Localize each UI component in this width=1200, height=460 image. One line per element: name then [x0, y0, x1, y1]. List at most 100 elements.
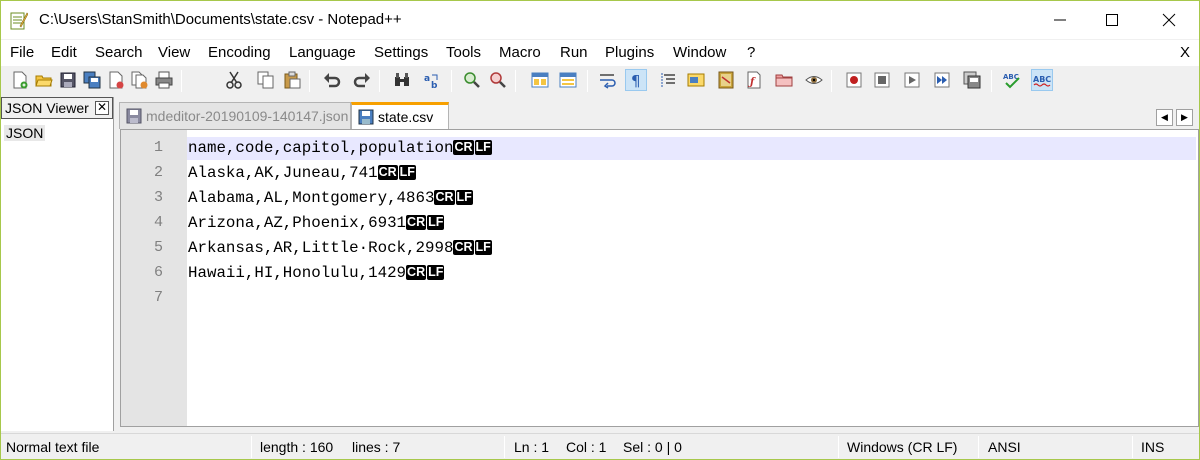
sync-horizontal-button[interactable]	[557, 69, 579, 91]
record-icon	[846, 72, 862, 88]
document-map-button[interactable]	[715, 69, 737, 91]
toolbar: ab ¶ ƒ ABC ABC	[1, 66, 1199, 96]
menu-tools[interactable]: Tools	[446, 44, 481, 61]
text-editor[interactable]: 1 name,code,capitol,populationCR LF 2 Ala…	[120, 129, 1199, 427]
menu-bar: File Edit Search View Encoding Language …	[1, 40, 1199, 66]
function-list-icon: ƒ	[747, 71, 761, 89]
undo-icon	[324, 73, 341, 88]
window-title: C:\Users\StanSmith\Documents\state.csv -…	[39, 11, 402, 28]
new-file-button[interactable]	[9, 69, 31, 91]
cut-button[interactable]	[223, 69, 245, 91]
line-content[interactable]: Alaska,AK,Juneau,741CR LF	[188, 164, 417, 182]
monitoring-button[interactable]	[803, 69, 825, 91]
line-number: 7	[153, 289, 163, 306]
line-number: 1	[153, 139, 163, 156]
minimize-button[interactable]	[1037, 1, 1083, 39]
menu-plugins[interactable]: Plugins	[605, 44, 654, 61]
lf-marker: LF	[398, 165, 416, 180]
menu-settings[interactable]: Settings	[374, 44, 428, 61]
line-content[interactable]: Arizona,AZ,Phoenix,6931CR LF	[188, 214, 445, 232]
status-file-type: Normal text file	[6, 439, 100, 455]
menu-edit[interactable]: Edit	[51, 44, 77, 61]
word-wrap-icon	[600, 74, 616, 89]
paste-icon	[284, 71, 301, 89]
sync-vertical-button[interactable]	[529, 69, 551, 91]
menu-search[interactable]: Search	[95, 44, 143, 61]
tab-state-csv[interactable]: state.csv	[351, 102, 449, 129]
line-content[interactable]: Hawaii,HI,Honolulu,1429CR LF	[188, 264, 445, 282]
spell-check-auto-icon: ABC	[1033, 75, 1051, 87]
spell-check-auto-button[interactable]: ABC	[1031, 69, 1053, 91]
tab-label: state.csv	[378, 109, 434, 125]
copy-icon	[257, 71, 274, 89]
menu-file[interactable]: File	[10, 44, 34, 61]
close-all-button[interactable]	[129, 69, 151, 91]
line-content[interactable]: Arkansas,AR,Little·Rock,2998CR LF	[188, 239, 493, 257]
svg-text:¶: ¶	[631, 72, 641, 89]
zoom-out-button[interactable]	[487, 69, 509, 91]
menu-encoding[interactable]: Encoding	[208, 44, 271, 61]
status-insert-mode: INS	[1141, 439, 1165, 455]
json-viewer-header: JSON Viewer ✕	[1, 97, 113, 119]
paste-button[interactable]	[281, 69, 303, 91]
close-button[interactable]	[1146, 1, 1192, 39]
folder-workspace-icon	[775, 74, 793, 87]
redo-button[interactable]	[351, 69, 373, 91]
close-file-button[interactable]	[105, 69, 127, 91]
notepad-app-icon	[10, 12, 28, 30]
show-all-characters-button[interactable]: ¶	[625, 69, 647, 91]
editor-line: 3 Alabama,AL,Montgomery,4863CR LF	[121, 186, 1198, 211]
replace-button[interactable]: ab	[421, 69, 443, 91]
sync-horizontal-icon	[559, 72, 577, 88]
title-bar: C:\Users\StanSmith\Documents\state.csv -…	[1, 1, 1199, 39]
menu-window[interactable]: Window	[673, 44, 726, 61]
status-eol-format[interactable]: Windows (CR LF)	[847, 439, 957, 455]
notepad-plus-plus-window: C:\Users\StanSmith\Documents\state.csv -…	[0, 0, 1200, 460]
print-button[interactable]	[153, 69, 175, 91]
tab-mdeditor-json[interactable]: mdeditor-20190109-140147.json	[119, 102, 351, 129]
record-macro-button[interactable]	[843, 69, 865, 91]
new-file-icon	[13, 71, 28, 89]
menu-view[interactable]: View	[158, 44, 190, 61]
menu-language[interactable]: Language	[289, 44, 356, 61]
spell-check-icon: ABC	[1003, 73, 1020, 89]
user-defined-language-button[interactable]	[685, 69, 707, 91]
line-content[interactable]: name,code,capitol,populationCR LF	[188, 139, 493, 157]
find-button[interactable]	[391, 69, 413, 91]
json-tree-root[interactable]: JSON	[4, 125, 46, 141]
function-list-button[interactable]: ƒ	[743, 69, 765, 91]
save-all-button[interactable]	[81, 69, 103, 91]
menu-help[interactable]: ?	[747, 44, 755, 61]
play-macro-button[interactable]	[901, 69, 923, 91]
run-macro-multiple-button[interactable]	[931, 69, 953, 91]
copy-button[interactable]	[255, 69, 277, 91]
menu-run[interactable]: Run	[560, 44, 588, 61]
tab-bar: mdeditor-20190109-140147.json state.csv …	[115, 97, 1199, 129]
pilcrow-icon: ¶	[631, 72, 641, 89]
line-content[interactable]: Alabama,AL,Montgomery,4863CR LF	[188, 189, 474, 207]
save-macro-button[interactable]	[961, 69, 983, 91]
open-file-button[interactable]	[33, 69, 55, 91]
maximize-button[interactable]	[1089, 1, 1135, 39]
json-viewer-panel: JSON Viewer ✕ JSON	[1, 97, 114, 431]
status-line-number: Ln : 1	[514, 439, 550, 455]
close-document-button[interactable]: X	[1180, 44, 1190, 61]
json-viewer-close-icon[interactable]: ✕	[95, 101, 109, 115]
line-number: 2	[153, 164, 163, 181]
undo-button[interactable]	[321, 69, 343, 91]
close-icon	[1162, 13, 1176, 27]
indent-guide-button[interactable]	[657, 69, 679, 91]
word-wrap-button[interactable]	[597, 69, 619, 91]
menu-macro[interactable]: Macro	[499, 44, 541, 61]
zoom-out-icon	[490, 72, 506, 88]
close-all-icon	[131, 71, 148, 89]
zoom-in-button[interactable]	[461, 69, 483, 91]
stop-recording-button[interactable]	[871, 69, 893, 91]
save-button[interactable]	[57, 69, 79, 91]
line-number: 5	[153, 239, 163, 256]
folder-as-workspace-button[interactable]	[773, 69, 795, 91]
minimize-icon	[1054, 19, 1066, 21]
spell-check-button[interactable]: ABC	[1001, 69, 1023, 91]
tab-scroll-right-button[interactable]: ▶	[1176, 109, 1193, 126]
tab-scroll-left-button[interactable]: ◀	[1156, 109, 1173, 126]
